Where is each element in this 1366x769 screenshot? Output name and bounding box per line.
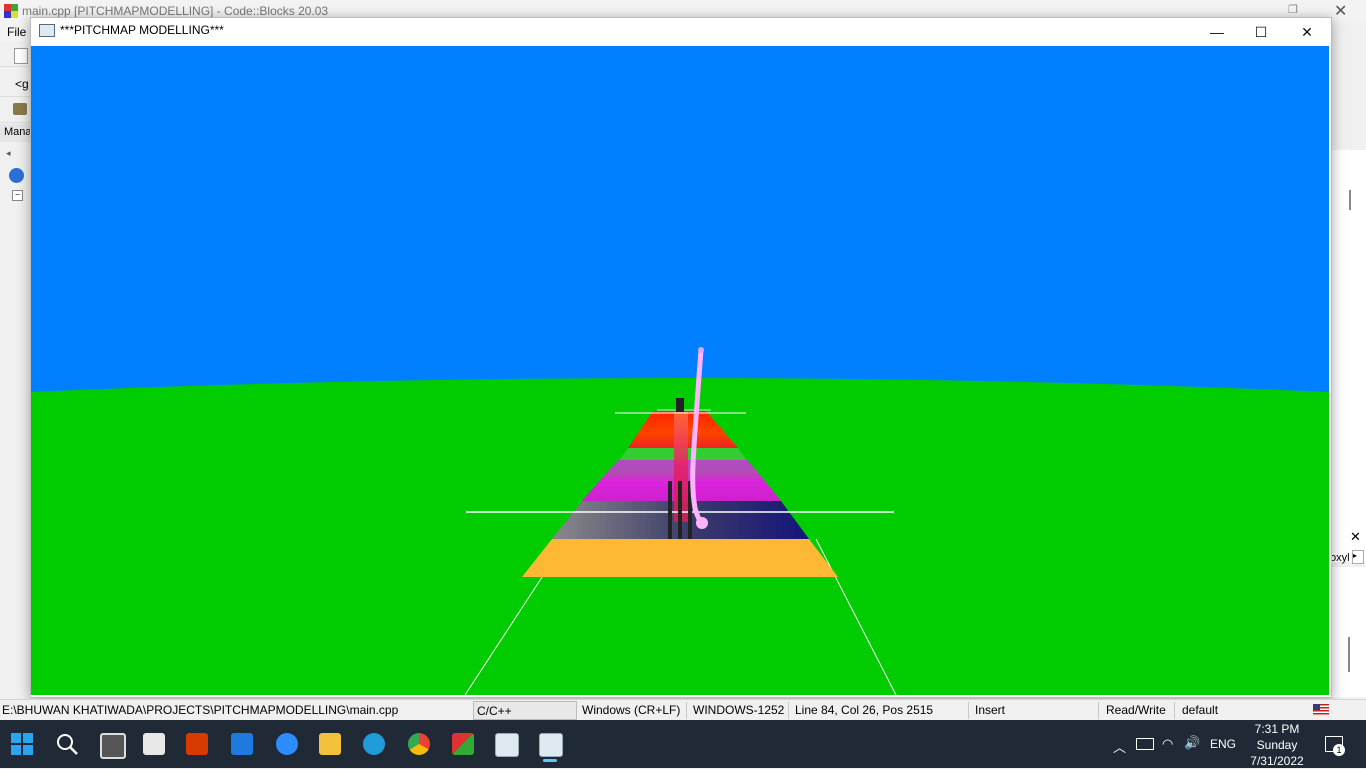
status-separator xyxy=(686,702,687,719)
status-separator xyxy=(788,702,789,719)
clock-date: 7/31/2022 xyxy=(1250,754,1304,768)
status-position[interactable]: Line 84, Col 26, Pos 2515 xyxy=(795,703,933,717)
chrome-icon[interactable] xyxy=(408,733,430,755)
new-file-icon[interactable] xyxy=(14,48,28,64)
file-explorer-icon[interactable] xyxy=(319,733,341,755)
battery-icon[interactable] xyxy=(1136,738,1154,750)
clock-time: 7:31 PM xyxy=(1254,722,1300,736)
ide-restore-icon[interactable]: ❐ xyxy=(1288,3,1302,17)
wifi-icon[interactable]: ◠ xyxy=(1162,736,1173,752)
status-profile: default xyxy=(1182,703,1219,717)
clock[interactable]: 7:31 PM Sunday 7/31/2022 xyxy=(1248,721,1306,769)
sky xyxy=(31,46,1329,396)
status-encoding[interactable]: WINDOWS-1252 xyxy=(693,703,784,717)
close-button[interactable]: ✕ xyxy=(1284,18,1330,46)
ide-window-title: main.cpp [PITCHMAPMODELLING] - Code::Blo… xyxy=(22,4,329,18)
stump-left xyxy=(668,481,672,539)
editor-area xyxy=(1330,150,1366,562)
orange-band xyxy=(522,539,838,577)
scroll-left-icon[interactable]: ◂ xyxy=(6,148,18,162)
glut-window-title: ***PITCHMAP MODELLING*** xyxy=(60,23,224,37)
ide-close-icon[interactable]: ✕ xyxy=(1334,1,1350,20)
right-panel-tab[interactable]: oxyl xyxy=(1330,552,1350,564)
us-flag-icon xyxy=(1313,704,1329,715)
ide-toolbar-2: <g xyxy=(0,72,30,97)
clock-day: Sunday xyxy=(1256,738,1298,752)
widgets-icon[interactable] xyxy=(143,733,165,755)
status-mode[interactable]: Insert xyxy=(975,703,1005,717)
status-line-endings[interactable]: Windows (CR+LF) xyxy=(582,703,680,717)
ide-left-panel: <g Mana ◂ − xyxy=(0,42,32,696)
minimize-button[interactable]: — xyxy=(1194,18,1240,46)
ide-toolbar-1 xyxy=(0,44,30,67)
notification-badge: 1 xyxy=(1333,744,1345,756)
volume-icon[interactable]: 🔊 xyxy=(1184,735,1200,751)
ide-toolbar-3 xyxy=(0,98,30,123)
scroll-right-icon[interactable]: ▸ xyxy=(1352,550,1364,564)
search-icon[interactable] xyxy=(56,733,78,755)
window-icon xyxy=(39,24,55,37)
status-separator xyxy=(968,702,969,719)
ball-release xyxy=(698,347,704,353)
workspace-icon xyxy=(9,168,24,183)
tree-collapse-icon[interactable]: − xyxy=(12,190,23,201)
far-stump xyxy=(676,398,684,412)
scrollbar-thumb[interactable] xyxy=(1349,190,1351,210)
stump-middle xyxy=(678,481,682,539)
start-icon[interactable] xyxy=(11,733,33,755)
store-icon[interactable] xyxy=(231,733,253,755)
status-separator xyxy=(1174,702,1175,719)
active-indicator xyxy=(543,759,557,762)
panel-close-icon[interactable]: ✕ xyxy=(1350,529,1364,544)
status-file-path: E:\BHUWAN KHATIWADA\PROJECTS\PITCHMAPMOD… xyxy=(2,703,399,717)
office-icon[interactable] xyxy=(186,733,208,755)
debug-icon[interactable] xyxy=(13,103,27,115)
management-label: Mana xyxy=(4,126,32,138)
zoom-icon[interactable] xyxy=(276,733,298,755)
maximize-button[interactable]: ☐ xyxy=(1238,18,1284,46)
show-hidden-icons-icon[interactable]: ︿ xyxy=(1113,737,1126,756)
console-window-icon[interactable] xyxy=(495,733,519,757)
status-access: Read/Write xyxy=(1106,703,1166,717)
ide-right-panel: ✕ oxyl ▸ xyxy=(1330,42,1366,697)
language-indicator[interactable]: ENG xyxy=(1210,737,1236,751)
codeblocks-icon xyxy=(4,4,18,18)
opengl-canvas[interactable] xyxy=(31,46,1329,695)
pitch-scene xyxy=(31,46,1329,695)
codeblocks-taskbar-icon[interactable] xyxy=(452,733,474,755)
log-scrollbar[interactable] xyxy=(1348,637,1350,672)
status-language[interactable]: C/C++ xyxy=(477,704,512,718)
management-header: Mana xyxy=(0,124,32,142)
status-bar: E:\BHUWAN KHATIWADA\PROJECTS\PITCHMAPMOD… xyxy=(0,699,1366,721)
log-area xyxy=(1330,567,1366,697)
menu-file[interactable]: File xyxy=(7,25,26,39)
status-language-box: C/C++ xyxy=(473,701,577,720)
ball xyxy=(696,517,708,529)
scope-combo[interactable]: <g xyxy=(15,77,29,91)
status-separator xyxy=(1098,702,1099,719)
task-view-icon[interactable] xyxy=(100,733,126,759)
edge-icon[interactable] xyxy=(363,733,385,755)
glut-window-taskbar-icon[interactable] xyxy=(539,733,563,757)
